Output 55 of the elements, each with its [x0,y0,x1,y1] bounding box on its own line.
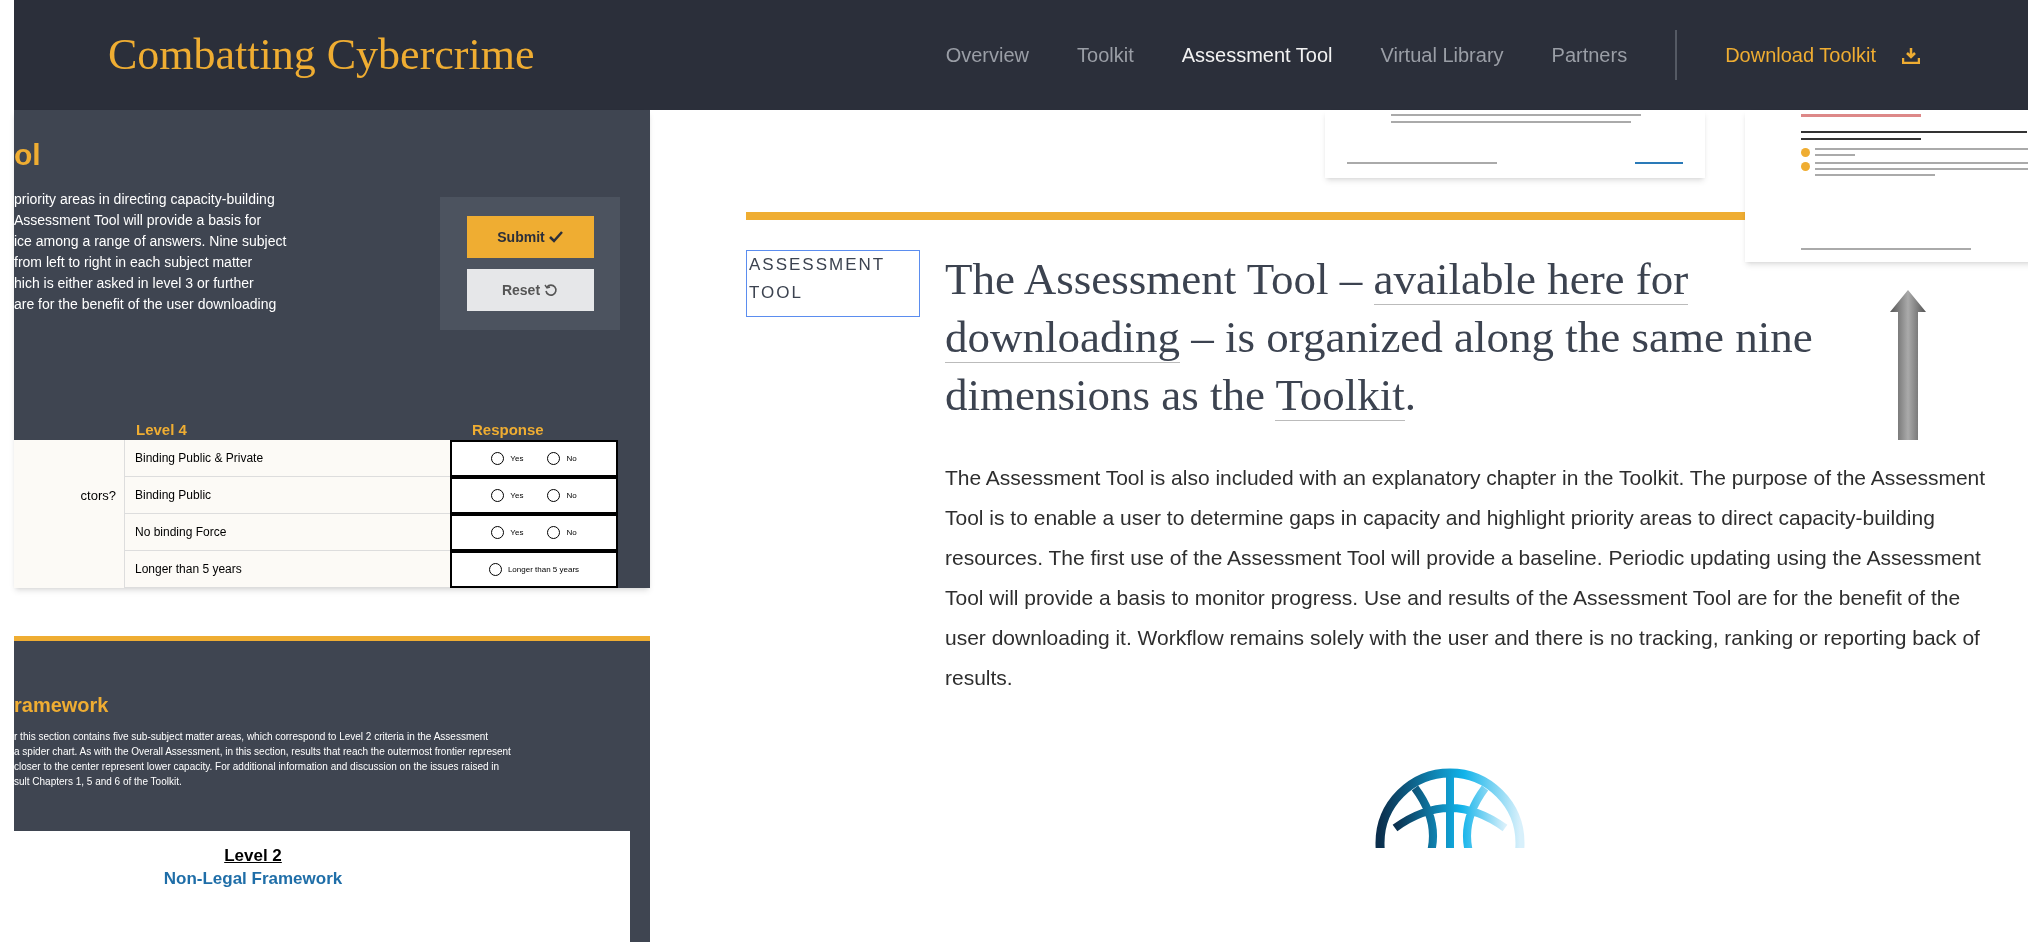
preview-title: ramework [14,693,110,718]
heading-link[interactable]: Toolkit [1275,370,1405,421]
answer-text: Longer than 5 years [135,561,242,578]
radio-button[interactable] [491,452,505,465]
radio-label: No [566,526,577,539]
answer-text: No binding Force [135,524,227,541]
radio-button[interactable] [547,526,561,539]
answer-text: Binding Public [135,487,212,504]
section-body: The Assessment Tool is also included with an explanatory chapter in the Toolkit. The purpose of the Assessment Tool is to enable a user to determine gaps in capacity and highlight priority areas to direct capacity-building resources. The first use of the Assessment Tool will provide a baseline. Periodic updating using the Assessment Tool will provide a basis to monitor progress. Use and results of the Assessment Tool are for the benefit of the user downloading it. Workflow remains solely with the user and there is no tracking, ranking or reporting back of results. [945,465,1987,691]
heading-link[interactable]: available here for [1373,254,1689,305]
site-logo[interactable]: Combatting Cybercrime [108,22,535,88]
preview-text-line: from left to right in each subject matter [14,253,254,272]
radio-button[interactable] [488,563,502,576]
preview-text-line: hich is either asked in level 3 or further [14,274,255,293]
question-text: ctors? [80,486,116,505]
download-toolkit-link[interactable]: Download Toolkit [1725,40,1920,70]
reset-icon [544,283,559,297]
reset-button[interactable]: Reset [466,269,594,311]
check-icon [548,231,563,243]
radio-label: Yes [510,452,524,465]
submit-button[interactable]: Submit [466,216,594,258]
preview-text-line: sult Chapters 1, 5 and 6 of the Toolkit. [14,775,183,789]
nav-link[interactable]: Assessment Tool [1181,40,1333,70]
column-header: Level 4 [136,420,188,440]
radio-button[interactable] [491,526,505,539]
preview-title: ol [14,137,42,173]
preview-text-line: priority areas in directing capacity-building [14,190,276,209]
radio-button[interactable] [547,489,561,502]
preview-text-line: Assessment Tool will provide a basis for [14,211,263,230]
up-arrow-icon [1890,290,1926,440]
card-subtitle: Non-Legal Framework [163,868,343,890]
preview-text-line: r this section contains five sub-subject matter areas, which correspond to Level 2 criteria in the Assessment [14,730,490,744]
preview-text-line: closer to the center represent lower capacity. For additional information and discussion on the issues raised in [14,760,501,774]
section-heading: The Assessment Tool – available here for downloading – is organized along the same nine dimensions as the Toolkit. [945,253,1814,423]
heading-link[interactable]: downloading [945,312,1180,363]
radio-button[interactable] [491,489,505,502]
radio-label: No [566,489,577,502]
globe-logo-icon [1375,768,1525,848]
nav-link[interactable]: Overview [945,40,1029,70]
nav-link[interactable]: Partners [1551,40,1628,70]
preview-text-line: a spider chart. As with the Overall Assessment, in this section, results that reach the outermost frontier represent [14,745,512,759]
download-icon [1902,46,1920,64]
preview-text-line: ice among a range of answers. Nine subject [14,232,288,251]
column-header: Response [472,420,544,440]
radio-button[interactable] [547,452,561,465]
card-heading: Level 2 [224,845,282,867]
radio-label: Yes [510,489,524,502]
radio-label: No [566,452,577,465]
answer-text: Binding Public & Private [135,450,264,467]
section-label: ASSESSMENT TOOL [746,250,920,317]
preview-text-line: are for the benefit of the user downloading [14,295,278,314]
nav-link[interactable]: Virtual Library [1380,40,1504,70]
nav-link[interactable]: Toolkit [1077,40,1134,70]
radio-label: Yes [510,526,524,539]
radio-label: Longer than 5 years [507,563,580,576]
